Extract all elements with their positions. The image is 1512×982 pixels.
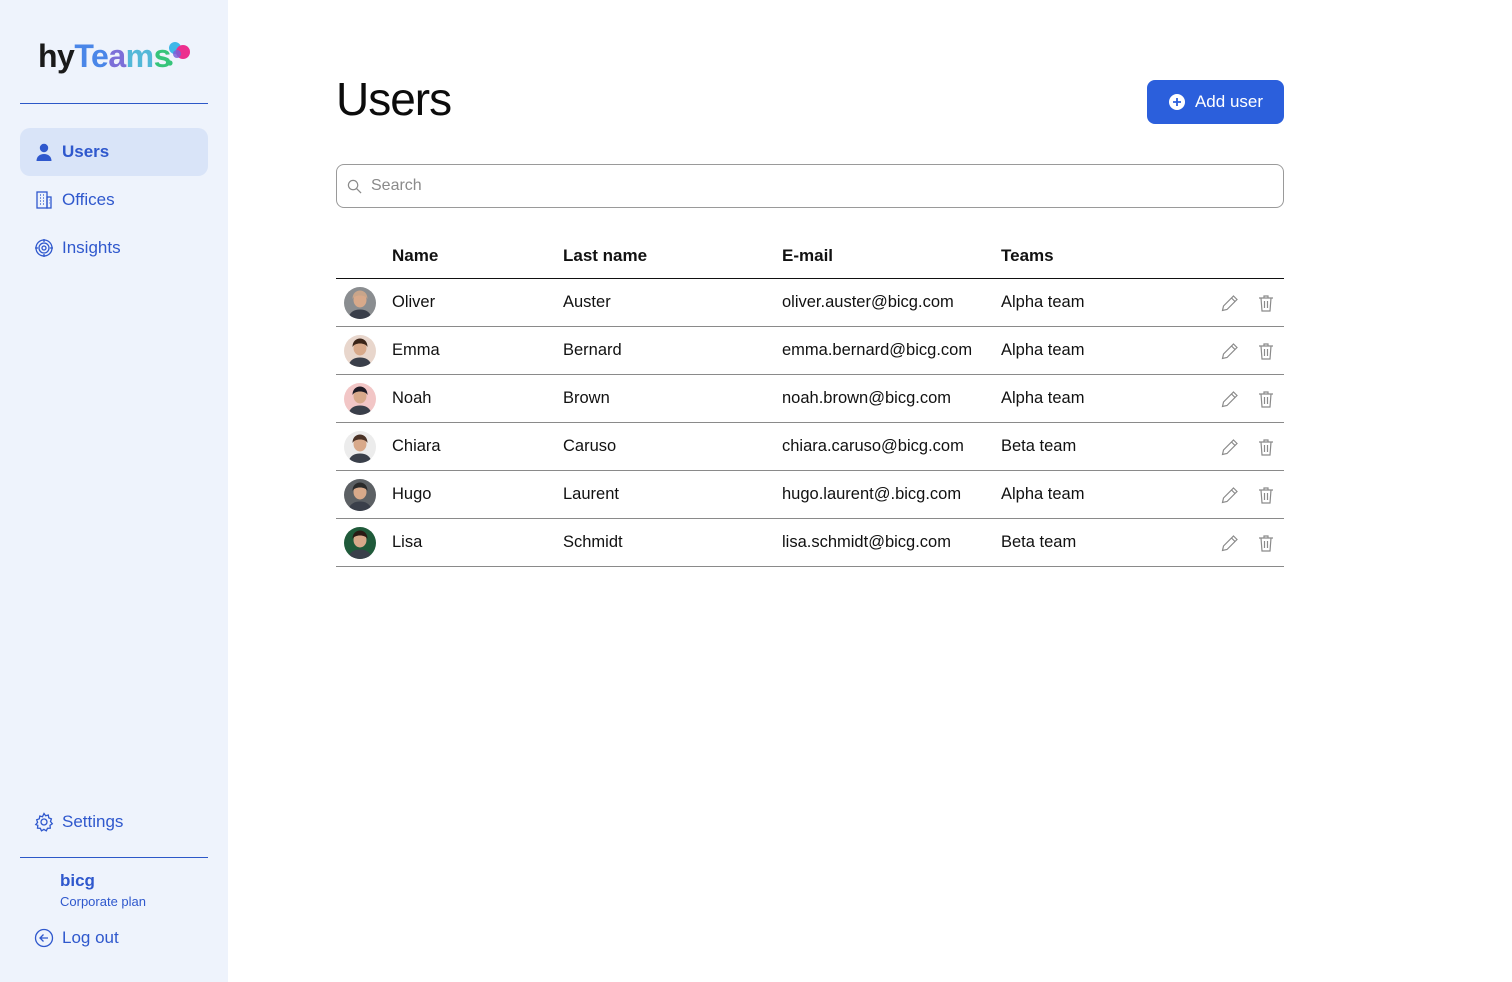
logo-mark-icon <box>167 42 190 66</box>
building-icon <box>36 191 52 209</box>
search-input[interactable] <box>371 177 1251 195</box>
sidebar-item-offices[interactable]: Offices <box>20 176 208 224</box>
page-title: Users <box>336 73 452 125</box>
pencil-icon[interactable] <box>1220 437 1240 457</box>
target-icon <box>35 239 53 257</box>
avatar <box>344 287 376 319</box>
trash-icon[interactable] <box>1256 485 1276 505</box>
search-box[interactable] <box>336 164 1284 208</box>
cell-last-name: Schmidt <box>563 533 623 551</box>
cell-name: Hugo <box>392 485 432 503</box>
table-row[interactable]: Hugo Laurent hugo.laurent@.bicg.com Alph… <box>336 471 1284 519</box>
cell-email: lisa.schmidt@bicg.com <box>782 533 951 551</box>
gear-icon <box>34 812 54 832</box>
cell-email: hugo.laurent@.bicg.com <box>782 485 962 503</box>
avatar <box>344 431 376 463</box>
add-user-label: Add user <box>1194 92 1264 111</box>
sidebar: hyTeams Users Offices Insights Settings … <box>0 0 228 982</box>
trash-icon[interactable] <box>1256 389 1276 409</box>
sidebar-item-label: Offices <box>62 190 115 209</box>
column-header-name[interactable]: Name <box>392 246 438 266</box>
user-icon <box>36 143 52 161</box>
table-row[interactable]: Noah Brown noah.brown@bicg.com Alpha tea… <box>336 375 1284 423</box>
column-header-email[interactable]: E-mail <box>782 246 833 266</box>
org-name: bicg <box>60 871 95 890</box>
sidebar-item-label: Users <box>62 142 110 161</box>
trash-icon[interactable] <box>1256 437 1276 457</box>
pencil-icon[interactable] <box>1220 389 1240 409</box>
table-header: Name Last name E-mail Teams <box>336 232 1284 279</box>
cell-name: Noah <box>392 389 432 407</box>
pencil-icon[interactable] <box>1220 293 1240 313</box>
avatar <box>344 479 376 511</box>
search-icon <box>347 179 362 193</box>
sidebar-divider-top <box>20 103 208 104</box>
sidebar-item-label: Settings <box>62 812 124 831</box>
cell-team: Alpha team <box>1001 389 1085 407</box>
arrow-left-circle-icon <box>34 928 54 948</box>
sidebar-item-users[interactable]: Users <box>20 128 208 176</box>
cell-last-name: Laurent <box>563 485 619 503</box>
cell-team: Alpha team <box>1001 293 1085 311</box>
cell-last-name: Auster <box>563 293 611 311</box>
organization-info: bicg Corporate plan <box>60 870 146 912</box>
sidebar-divider-bottom <box>20 857 208 858</box>
avatar <box>344 383 376 415</box>
cell-team: Beta team <box>1001 437 1077 455</box>
logo-teams: Teams <box>74 38 171 74</box>
pencil-icon[interactable] <box>1220 485 1240 505</box>
logout-button[interactable]: Log out <box>20 914 208 962</box>
avatar <box>344 335 376 367</box>
cell-team: Alpha team <box>1001 485 1085 503</box>
trash-icon[interactable] <box>1256 293 1276 313</box>
table-row[interactable]: Emma Bernard emma.bernard@bicg.com Alpha… <box>336 327 1284 375</box>
sidebar-item-insights[interactable]: Insights <box>20 224 208 272</box>
cell-last-name: Brown <box>563 389 610 407</box>
pencil-icon[interactable] <box>1220 341 1240 361</box>
column-header-teams[interactable]: Teams <box>1001 246 1054 266</box>
logout-label: Log out <box>62 928 119 947</box>
cell-email: emma.bernard@bicg.com <box>782 341 973 359</box>
avatar <box>344 527 376 559</box>
add-user-button[interactable]: Add user <box>1147 80 1284 124</box>
column-header-last-name[interactable]: Last name <box>563 246 647 266</box>
cell-name: Chiara <box>392 437 441 455</box>
table-body: Oliver Auster oliver.auster@bicg.com Alp… <box>336 279 1284 567</box>
cell-email: oliver.auster@bicg.com <box>782 293 954 311</box>
table-row[interactable]: Oliver Auster oliver.auster@bicg.com Alp… <box>336 279 1284 327</box>
pencil-icon[interactable] <box>1220 533 1240 553</box>
sidebar-item-settings[interactable]: Settings <box>20 798 208 846</box>
cell-team: Alpha team <box>1001 341 1085 359</box>
trash-icon[interactable] <box>1256 533 1276 553</box>
cell-last-name: Caruso <box>563 437 617 455</box>
cell-team: Beta team <box>1001 533 1077 551</box>
cell-name: Oliver <box>392 293 436 311</box>
cell-email: chiara.caruso@bicg.com <box>782 437 964 455</box>
sidebar-item-label: Insights <box>62 238 121 257</box>
app-logo[interactable]: hyTeams <box>38 36 171 76</box>
cell-name: Emma <box>392 341 440 359</box>
users-table: Name Last name E-mail Teams Oliver Auste… <box>336 232 1284 567</box>
plus-circle-icon <box>1168 94 1185 110</box>
table-row[interactable]: Lisa Schmidt lisa.schmidt@bicg.com Beta … <box>336 519 1284 567</box>
cell-email: noah.brown@bicg.com <box>782 389 952 407</box>
trash-icon[interactable] <box>1256 341 1276 361</box>
cell-last-name: Bernard <box>563 341 622 359</box>
cell-name: Lisa <box>392 533 423 551</box>
org-plan: Corporate plan <box>60 894 146 909</box>
table-row[interactable]: Chiara Caruso chiara.caruso@bicg.com Bet… <box>336 423 1284 471</box>
